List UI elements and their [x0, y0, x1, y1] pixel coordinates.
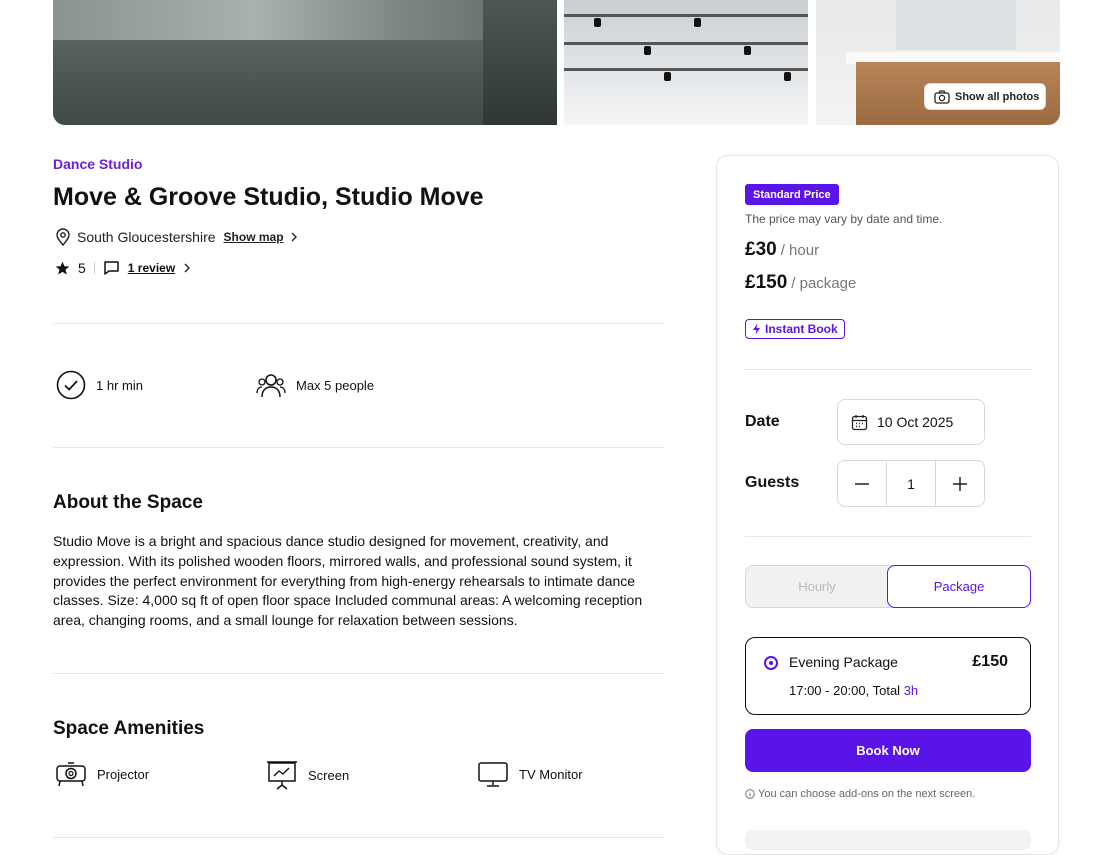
price-package-unit: / package	[791, 275, 857, 292]
instant-book-badge: Instant Book	[745, 319, 845, 339]
tab-package[interactable]: Package	[887, 565, 1031, 608]
amenity-tv-monitor: TV Monitor	[477, 760, 583, 788]
about-text: Studio Move is a bright and spacious dan…	[53, 533, 643, 629]
package-name: Evening Package	[789, 654, 898, 670]
amenity-screen: Screen	[266, 760, 349, 790]
package-price: £150	[972, 653, 1008, 670]
addons-footnote-text: You can choose add-ons on the next scree…	[758, 788, 976, 800]
location-text: South Gloucestershire	[77, 229, 216, 245]
addons-footnote: You can choose add-ons on the next scree…	[745, 788, 975, 800]
photo-wall	[53, 0, 557, 40]
package-time-row: 17:00 - 20:00, Total 3h	[789, 683, 918, 698]
chat-bubble-icon	[104, 261, 119, 275]
location-row: South Gloucestershire Show map	[55, 228, 298, 246]
guests-increment-button[interactable]	[935, 461, 984, 506]
price-hour-unit: / hour	[780, 242, 820, 259]
photo-truss	[564, 14, 808, 17]
gallery-photo-main[interactable]	[53, 0, 557, 125]
standard-price-badge: Standard Price	[745, 184, 839, 205]
photo-spotlight	[694, 18, 701, 27]
price-package-value: £150	[745, 272, 788, 293]
photo-spotlight	[784, 72, 791, 81]
date-value: 10 Oct 2025	[877, 414, 954, 430]
reviews-link[interactable]: 1 review	[128, 261, 175, 275]
divider	[53, 837, 665, 838]
star-icon	[55, 261, 70, 274]
check-circle-icon	[56, 370, 86, 400]
listing-title: Move & Groove Studio, Studio Move	[53, 183, 484, 211]
amenities-heading: Space Amenities	[53, 718, 205, 739]
package-radio[interactable]	[764, 656, 778, 670]
chevron-right-icon	[184, 263, 191, 273]
feature-label: Max 5 people	[296, 377, 375, 393]
guests-label: Guests	[745, 474, 800, 491]
photo-spotlight	[744, 46, 751, 55]
price-per-hour: £30/ hour	[745, 239, 819, 261]
package-time: 17:00 - 20:00, Total	[789, 683, 901, 698]
divider	[53, 447, 665, 448]
minus-icon	[855, 482, 869, 485]
amenity-projector: Projector	[55, 760, 149, 788]
show-all-photos-button[interactable]: Show all photos	[924, 83, 1046, 110]
divider	[53, 323, 665, 324]
date-label: Date	[745, 413, 780, 430]
info-icon	[745, 789, 755, 799]
price-per-package: £150/ package	[745, 272, 856, 294]
about-heading: About the Space	[53, 492, 203, 513]
amenity-label: Screen	[308, 767, 350, 783]
guests-stepper: 1	[837, 460, 985, 507]
show-map-link[interactable]: Show map	[224, 230, 284, 244]
chevron-right-icon	[291, 232, 297, 242]
map-pin-icon	[56, 228, 70, 246]
card-divider	[745, 536, 1031, 537]
card-divider	[745, 369, 1031, 370]
amenity-label: Projector	[97, 766, 150, 782]
people-icon	[256, 374, 286, 398]
camera-icon	[934, 89, 950, 104]
tab-hourly[interactable]: Hourly	[746, 566, 888, 607]
feature-max-people: Max 5 people	[256, 370, 374, 400]
feature-min-hours: 1 hr min	[56, 370, 143, 400]
package-total: 3h	[903, 683, 919, 698]
rating-value: 5	[78, 260, 86, 276]
plus-icon	[953, 476, 967, 491]
package-option-card[interactable]: Evening Package £150 17:00 - 20:00, Tota…	[745, 637, 1031, 715]
photo-window	[483, 0, 557, 125]
photo-truss	[564, 42, 808, 45]
divider	[53, 673, 665, 674]
photo-truss	[564, 68, 808, 71]
guests-decrement-button[interactable]	[838, 461, 886, 506]
calendar-icon	[851, 414, 868, 430]
projector-icon	[56, 762, 86, 787]
price-hour-value: £30	[745, 239, 777, 260]
lightning-icon	[753, 323, 760, 335]
photo-spotlight	[664, 72, 671, 81]
show-all-photos-label: Show all photos	[955, 90, 1040, 103]
monitor-icon	[478, 762, 508, 787]
presentation-screen-icon	[267, 761, 297, 790]
listing-category: Dance Studio	[53, 156, 143, 172]
secondary-button[interactable]	[745, 830, 1031, 850]
guests-value[interactable]: 1	[886, 461, 935, 506]
book-now-button[interactable]: Book Now	[745, 729, 1031, 772]
photo-spotlight	[594, 18, 601, 27]
photo-spotlight	[644, 46, 651, 55]
instant-book-label: Instant Book	[765, 322, 838, 336]
date-picker[interactable]: 10 Oct 2025	[837, 399, 985, 445]
feature-label: 1 hr min	[96, 377, 143, 393]
gallery-photo-2[interactable]	[564, 0, 808, 125]
rating-row: 5 1 review	[55, 260, 191, 276]
rating-separator	[93, 262, 95, 274]
pricing-mode-toggle: Hourly Package	[745, 565, 1031, 608]
price-note: The price may vary by date and time.	[745, 212, 943, 226]
amenity-label: TV Monitor	[519, 766, 583, 782]
photo-mirror	[896, 0, 1016, 50]
